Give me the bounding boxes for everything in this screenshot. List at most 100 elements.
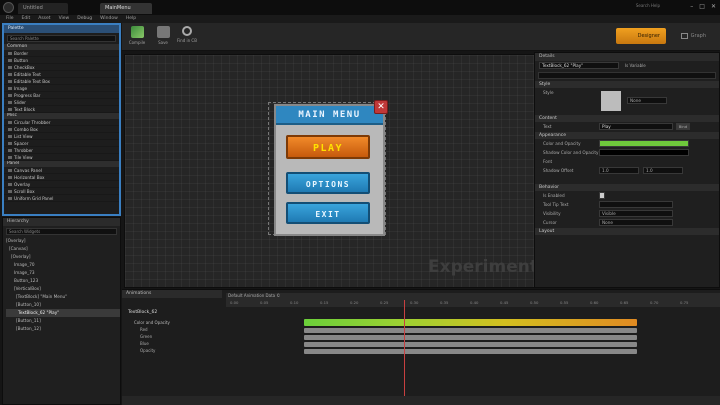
hierarchy-item[interactable]: [VerticalBox]	[6, 285, 120, 293]
timeline-header[interactable]: Default Animation Data © 0.00 0.05 0.10 0.1…	[226, 293, 720, 307]
hierarchy-item[interactable]: [Canvas]	[6, 245, 120, 253]
designer-mode-button[interactable]: Designer	[616, 28, 666, 44]
menu-edit[interactable]: Edit	[22, 15, 31, 23]
palette-item[interactable]: Progress Bar	[4, 92, 119, 99]
color-track-bar[interactable]	[304, 319, 637, 326]
timeline-tick: 0.75	[680, 300, 689, 305]
magnifier-icon	[182, 26, 192, 36]
toolbar: Compile Save Find in CB Designer Graph	[122, 23, 720, 51]
layout-section[interactable]: Layout	[535, 228, 719, 235]
menu-asset[interactable]: Asset	[38, 15, 50, 23]
channel-green[interactable]: Green	[140, 334, 152, 339]
timeline-tick: 0.40	[470, 300, 479, 305]
palette-item[interactable]: Overlay	[4, 181, 119, 188]
palette-item[interactable]: List View	[4, 133, 119, 140]
engine-logo-icon[interactable]	[3, 2, 14, 13]
maximize-icon[interactable]: □	[699, 3, 705, 10]
palette-item[interactable]: Tile View	[4, 154, 119, 161]
tooltip-input[interactable]	[599, 201, 673, 208]
text-input[interactable]: Play	[599, 123, 673, 130]
hierarchy-item[interactable]: Image_73	[6, 269, 120, 277]
hierarchy-item[interactable]: [Overlay]	[6, 237, 120, 245]
style-section[interactable]: Style	[535, 81, 719, 88]
behavior-section[interactable]: Behavior	[535, 184, 719, 191]
play-button[interactable]: PLAY	[286, 135, 370, 159]
graph-mode-button[interactable]: Graph	[670, 28, 710, 44]
palette-item[interactable]: Image	[4, 85, 119, 92]
channel-opacity[interactable]: Opacity	[140, 348, 155, 353]
palette-item[interactable]: Editable Text Box	[4, 78, 119, 85]
hierarchy-item[interactable]: Button_123	[6, 277, 120, 285]
hierarchy-item[interactable]: [Button_12]	[6, 325, 120, 333]
track-property[interactable]: Color and Opacity	[134, 320, 170, 325]
enabled-checkbox[interactable]	[599, 192, 605, 199]
hierarchy-panel: Hierarchy Search Widgets [Overlay] [Canva…	[2, 217, 121, 405]
shadow-offset-x[interactable]: 1.0	[599, 167, 639, 174]
timeline-tick: 0.15	[320, 300, 329, 305]
palette-item[interactable]: Uniform Grid Panel	[4, 195, 119, 202]
minimize-icon[interactable]: –	[690, 3, 693, 10]
palette-item[interactable]: CheckBox	[4, 64, 119, 71]
menu-debug[interactable]: Debug	[77, 15, 92, 23]
menu-file[interactable]: File	[6, 15, 14, 23]
hierarchy-item[interactable]: TextBlock_62 "Play"	[6, 309, 120, 317]
palette-item[interactable]: Button	[4, 57, 119, 64]
menu-window[interactable]: Window	[100, 15, 118, 23]
palette-item[interactable]: Throbber	[4, 147, 119, 154]
palette-item[interactable]: Spacer	[4, 140, 119, 147]
palette-item[interactable]: Text Block	[4, 106, 119, 113]
channel-red[interactable]: Red	[140, 327, 148, 332]
palette-item[interactable]: Circular Throbber	[4, 119, 119, 126]
visibility-dropdown[interactable]: Visible	[599, 210, 673, 217]
timeline-tick: 0.25	[380, 300, 389, 305]
content-section[interactable]: Content	[535, 115, 719, 122]
close-icon[interactable]: ✕	[374, 100, 388, 114]
widget-name-field[interactable]: TextBlock_62 "Play"	[539, 62, 619, 69]
color-opacity-swatch[interactable]	[599, 140, 689, 147]
bind-button[interactable]: Bind	[676, 123, 690, 130]
palette-item[interactable]: Horizontal Box	[4, 174, 119, 181]
hierarchy-item[interactable]: Image_70	[6, 261, 120, 269]
playhead[interactable]	[404, 300, 405, 396]
search-help[interactable]: Search Help	[636, 3, 660, 8]
channel-blue[interactable]: Blue	[140, 341, 149, 346]
opacity-track-bar[interactable]	[304, 349, 637, 354]
hierarchy-item[interactable]: [TextBlock] "Main Menu"	[6, 293, 120, 301]
palette-item[interactable]: Scroll Box	[4, 188, 119, 195]
hierarchy-item[interactable]: [Button_10]	[6, 301, 120, 309]
style-thumbnail[interactable]	[601, 91, 621, 111]
tab-mainmenu[interactable]: MainMenu	[100, 3, 152, 14]
tab-untitled[interactable]: Untitled	[18, 3, 68, 14]
options-button[interactable]: OPTIONS	[286, 172, 370, 194]
details-search-input[interactable]	[538, 72, 716, 79]
green-track-bar[interactable]	[304, 335, 637, 340]
hierarchy-item[interactable]: [Button_11]	[6, 317, 120, 325]
blue-track-bar[interactable]	[304, 342, 637, 347]
hierarchy-search-input[interactable]: Search Widgets	[6, 228, 117, 235]
shadow-color-swatch[interactable]	[599, 149, 689, 156]
compile-button[interactable]: Compile	[126, 26, 148, 50]
style-dropdown[interactable]: None	[627, 97, 667, 104]
close-window-icon[interactable]: ✕	[711, 3, 716, 10]
appearance-section[interactable]: Appearance	[535, 132, 719, 139]
palette-search-input[interactable]: Search Palette	[7, 35, 116, 42]
cursor-dropdown[interactable]: None	[599, 219, 673, 226]
find-in-cb-button[interactable]: Find in CB	[174, 26, 200, 50]
menu-help[interactable]: Help	[126, 15, 136, 23]
palette-item[interactable]: Border	[4, 50, 119, 57]
exit-button[interactable]: EXIT	[286, 202, 370, 224]
red-track-bar[interactable]	[304, 328, 637, 333]
hierarchy-title: Hierarchy	[3, 218, 120, 226]
timeline-tick: 0.50	[530, 300, 539, 305]
save-button[interactable]: Save	[152, 26, 174, 50]
shadow-offset-y[interactable]: 1.0	[643, 167, 683, 174]
palette-item[interactable]: Combo Box	[4, 126, 119, 133]
is-variable-checkbox[interactable]: Is Variable	[625, 61, 646, 70]
palette-item[interactable]: Slider	[4, 99, 119, 106]
hierarchy-item[interactable]: [Overlay]	[6, 253, 120, 261]
palette-item[interactable]: Editable Text	[4, 71, 119, 78]
menu-view[interactable]: View	[59, 15, 70, 23]
timeline-tick: 0.60	[590, 300, 599, 305]
palette-item[interactable]: Canvas Panel	[4, 167, 119, 174]
track-name[interactable]: TextBlock_62	[128, 310, 157, 315]
